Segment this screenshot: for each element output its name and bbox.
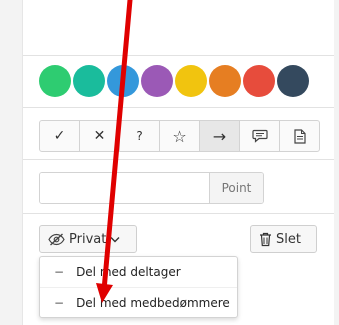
chevron-down-icon	[110, 236, 120, 243]
privacy-label: Privat	[69, 231, 107, 247]
annotation-toolbar: ✓ ✕ ? ☆ →	[39, 120, 320, 152]
dash-icon: −	[54, 265, 65, 279]
star-button[interactable]: ☆	[160, 121, 200, 151]
swatch-purple[interactable]	[141, 65, 173, 97]
share-dropdown-menu: − Del med deltager − Del med medbedømmer…	[39, 256, 238, 318]
delete-button[interactable]: Slet	[250, 225, 317, 253]
check-icon: ✓	[53, 128, 66, 144]
share-with-participant-item[interactable]: − Del med deltager	[40, 257, 237, 287]
divider	[23, 159, 334, 160]
eye-slash-icon	[48, 232, 65, 246]
point-addon: Point	[209, 173, 263, 203]
annotation-panel: ✓ ✕ ? ☆ → Point Privat Slet − Del med de…	[22, 0, 334, 325]
swatch-teal[interactable]	[73, 65, 105, 97]
point-input-group: Point	[39, 172, 264, 204]
check-button[interactable]: ✓	[40, 121, 80, 151]
arrow-right-icon: →	[212, 126, 227, 146]
share-with-co-assessors-item[interactable]: − Del med medbedømmere	[40, 287, 237, 318]
cross-button[interactable]: ✕	[80, 121, 120, 151]
delete-label: Slet	[276, 231, 301, 247]
question-button[interactable]: ?	[120, 121, 160, 151]
privacy-dropdown-button[interactable]: Privat	[39, 225, 137, 253]
arrow-button[interactable]: →	[200, 121, 240, 151]
document-icon	[293, 128, 306, 144]
swatch-orange[interactable]	[209, 65, 241, 97]
document-button[interactable]	[280, 121, 319, 151]
divider	[23, 213, 334, 214]
question-icon: ?	[136, 129, 143, 143]
trash-icon	[259, 232, 272, 247]
divider	[23, 55, 334, 56]
swatch-blue[interactable]	[107, 65, 139, 97]
menu-item-label: Del med medbedømmere	[76, 296, 230, 310]
swatch-red[interactable]	[243, 65, 275, 97]
swatch-green[interactable]	[39, 65, 71, 97]
menu-item-label: Del med deltager	[76, 265, 181, 279]
dash-icon: −	[54, 296, 65, 310]
swatch-navy[interactable]	[277, 65, 309, 97]
comment-button[interactable]	[240, 121, 280, 151]
star-icon: ☆	[172, 126, 187, 146]
cross-icon: ✕	[93, 128, 106, 144]
swatch-yellow[interactable]	[175, 65, 207, 97]
point-input[interactable]	[40, 173, 209, 203]
divider	[23, 107, 334, 108]
comment-icon	[251, 129, 268, 143]
